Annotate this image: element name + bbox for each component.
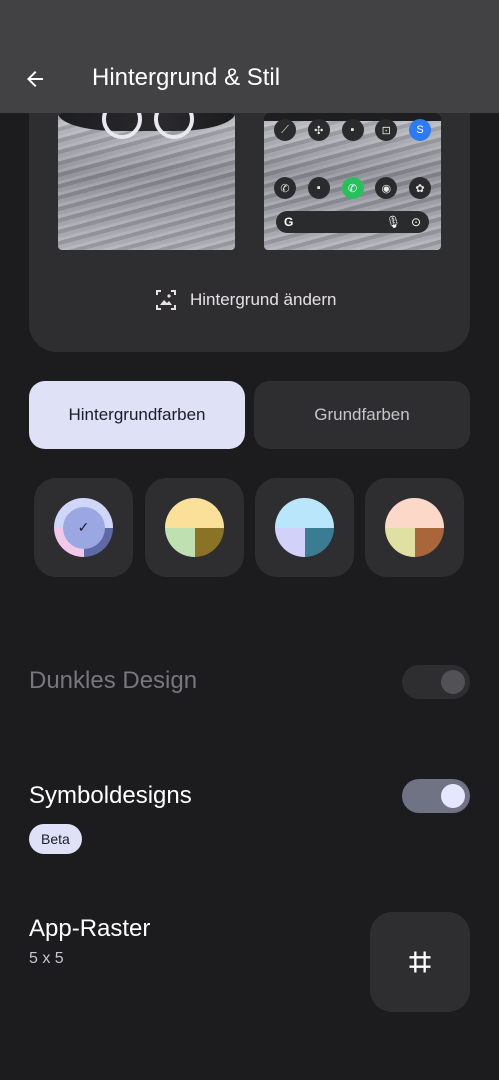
pinwheel-icon: ✣ <box>307 119 330 141</box>
color-swatch <box>275 498 334 557</box>
dark-theme-label: Dunkles Design <box>29 667 198 694</box>
app-grid-label: App-Raster <box>29 915 151 942</box>
grid-hash-icon <box>409 951 431 973</box>
camera-icon: ◉ <box>375 177 398 199</box>
whatsapp-icon: ✆ <box>341 177 364 199</box>
settings-icon: ✿ <box>409 177 431 199</box>
change-wallpaper-label: Hintergrund ändern <box>190 290 337 309</box>
phone-icon: ✆ <box>274 177 296 199</box>
icon-designs-label: Symboldesigns <box>29 782 192 809</box>
toggle-knob <box>441 670 465 694</box>
microphone-icon: 🎙︎ <box>385 215 401 229</box>
dark-theme-toggle[interactable] <box>402 665 470 699</box>
app-grid-value: 5 x 5 <box>29 950 64 967</box>
clock-digit-ring <box>154 113 194 139</box>
icon-designs-toggle[interactable] <box>402 779 470 813</box>
tab-wallpaper-colors[interactable]: Hintergrundfarben <box>29 381 245 449</box>
app-grid-button[interactable] <box>370 912 470 1012</box>
color-swatch <box>385 498 444 557</box>
tab-basic-colors[interactable]: Grundfarben <box>254 381 470 449</box>
toggle-knob <box>441 784 465 808</box>
color-swatch-option[interactable] <box>145 478 244 577</box>
shazam-icon: S <box>409 119 431 141</box>
folder-icon: ▪ <box>307 177 330 199</box>
folder-icon: ▪ <box>341 119 364 141</box>
color-swatch <box>165 498 224 557</box>
beta-badge: Beta <box>29 824 82 854</box>
home-app-row-top: ⟋ ✣ ▪ ⊡ S <box>274 119 431 141</box>
back-button[interactable] <box>18 62 52 96</box>
lockscreen-wallpaper-car <box>58 113 235 131</box>
image-edit-icon <box>156 290 176 310</box>
change-wallpaper-button[interactable]: Hintergrund ändern <box>154 288 336 312</box>
home-search-bar: G 🎙︎ ⊙ <box>276 211 429 233</box>
color-swatch-option[interactable] <box>255 478 354 577</box>
app-icon: ⟋ <box>274 119 296 141</box>
google-g-icon: G <box>284 215 294 229</box>
cast-icon: ⊡ <box>375 119 398 141</box>
lens-icon: ⊙ <box>410 215 421 229</box>
home-app-row-dock: ✆ ▪ ✆ ◉ ✿ <box>274 177 431 199</box>
homescreen-preview[interactable]: ⟋ ✣ ▪ ⊡ S ✆ ▪ ✆ ◉ ✿ G 🎙︎ ⊙ <box>264 113 441 250</box>
page-title: Hintergrund & Stil <box>92 64 281 91</box>
lockscreen-preview[interactable] <box>58 113 235 250</box>
app-bar: Hintergrund & Stil <box>0 0 499 113</box>
back-arrow-icon <box>27 71 43 87</box>
color-swatch: ✓ <box>54 498 113 557</box>
color-swatch-option[interactable] <box>365 478 464 577</box>
check-icon: ✓ <box>62 506 105 549</box>
clock-digit-ring <box>102 113 142 139</box>
color-swatch-option[interactable]: ✓ <box>34 478 133 577</box>
